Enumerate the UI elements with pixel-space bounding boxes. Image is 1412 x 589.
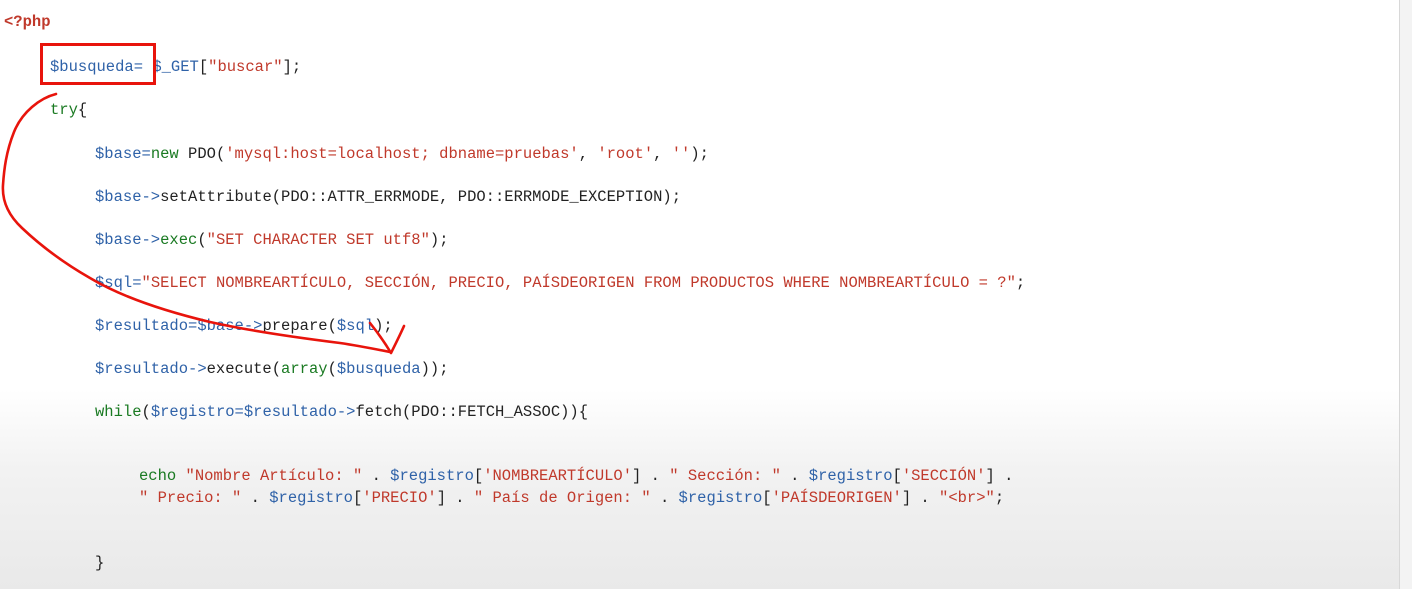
code-token: [ [762,489,772,507]
code-token: " Precio: " [139,489,242,507]
code-editor[interactable]: <?php $busqueda= $_GET["buscar"]; try{$bas… [0,0,1412,589]
code-token: setAttribute(PDO::ATTR_ERRMODE, PDO::ERR… [160,188,682,206]
code-token: 'SECCIÓN' [901,467,986,485]
code-token: ( [197,231,207,249]
code-token: $registro [150,403,235,421]
code-token: $_GET [152,58,199,76]
code-token: [ [198,58,209,76]
code-token: <?php [4,13,51,31]
code-token: try [50,101,78,119]
line-echo-1[interactable]: echo "Nombre Artículo: " . $registro['NO… [139,467,1013,485]
code-token: . [780,467,809,485]
code-token: 'mysql:host=localhost; dbname=pruebas' [225,145,579,163]
code-token: 'NOMBREARTÍCULO' [483,467,633,485]
code-token: 'PAÍSDEORIGEN' [771,489,902,507]
code-token: [ [352,489,363,507]
code-token: " País de Origen: " [473,489,651,507]
code-token: ] . [436,489,474,507]
line-busqueda[interactable]: $busqueda= $_GET["buscar"]; [50,58,301,76]
line-while[interactable]: while($registro=$resultado->fetch(PDO::F… [95,403,588,421]
code-token: , [653,145,672,163]
code-token: . [241,489,270,507]
line-sql[interactable]: $sql="SELECT NOMBREARTÍCULO, SECCIÓN, PR… [95,274,1025,292]
line-base-new[interactable]: $base=new PDO('mysql:host=localhost; dbn… [95,145,709,163]
code-token: ] . [632,467,670,485]
code-token: $busqueda [50,58,134,76]
code-token: " Sección: " [669,467,781,485]
code-token: ; [1015,274,1026,292]
code-token: 'root' [597,145,654,163]
code-token: = [234,403,244,421]
code-token: ); [374,317,393,335]
code-token: echo [139,467,177,485]
code-token: '' [671,145,691,163]
code-token: $registro [808,467,893,485]
code-token: { [77,101,88,119]
line-close-brace[interactable]: } [95,554,104,572]
code-token: ; [994,489,1005,507]
code-token: $sql [336,317,375,335]
code-token: $registro [678,489,763,507]
code-token: "Nombre Artículo: " [185,467,363,485]
code-token: ] . [901,489,940,507]
line-php-open[interactable]: <?php [4,13,51,31]
code-token: "<br>" [939,489,995,507]
code-token: $registro [390,467,474,485]
code-token: fetch(PDO::FETCH_ASSOC)){ [355,403,589,421]
line-prepare[interactable]: $resultado=$base->prepare($sql); [95,317,393,335]
code-token: ); [429,231,449,249]
code-token: ] . [985,467,1014,485]
code-token: $base-> [95,231,161,249]
code-token: } [95,554,105,572]
code-token: . [362,467,391,485]
line-setattribute[interactable]: $base->setAttribute(PDO::ATTR_ERRMODE, P… [95,188,681,206]
scrollbar-track[interactable] [1399,0,1412,589]
code-token: $busqueda [336,360,421,378]
code-token: , [578,145,598,163]
code-token: = [188,317,198,335]
code-token: "SELECT NOMBREARTÍCULO, SECCIÓN, PRECIO,… [141,274,1016,292]
code-token: $resultado-> [95,360,207,378]
code-token: $registro [269,489,353,507]
code-token: $resultado [95,317,189,335]
code-token: ( [327,360,337,378]
code-token: array [281,360,328,378]
code-token: )); [420,360,449,378]
line-exec[interactable]: $base->exec("SET CHARACTER SET utf8"); [95,231,449,249]
annotation-arrow-path [1,92,392,354]
code-token: ( [141,403,151,421]
code-token: $base-> [197,317,263,335]
code-token: exec [160,231,198,249]
code-token: [ [892,467,902,485]
code-token: PDO( [178,145,226,163]
code-token: execute( [206,360,282,378]
code-token: . [650,489,679,507]
code-token: $base-> [95,188,161,206]
code-token: $base [95,145,142,163]
code-token: = [133,58,153,76]
code-token: while [95,403,142,421]
code-token: "SET CHARACTER SET utf8" [206,231,430,249]
code-token: [ [473,467,484,485]
code-token: ]; [282,58,302,76]
code-token: = [141,145,151,163]
code-token: "buscar" [208,58,283,76]
code-token: = [132,274,142,292]
code-token: new [150,145,179,163]
code-token: 'PRECIO' [362,489,437,507]
line-try[interactable]: try{ [50,101,87,119]
code-token: $resultado-> [243,403,356,421]
code-token: $sql [95,274,133,292]
code-token: ); [690,145,709,163]
line-execute[interactable]: $resultado->execute(array($busqueda)); [95,360,449,378]
line-echo-2[interactable]: " Precio: " . $registro['PRECIO'] . " Pa… [139,489,1004,507]
code-token: prepare( [262,317,337,335]
